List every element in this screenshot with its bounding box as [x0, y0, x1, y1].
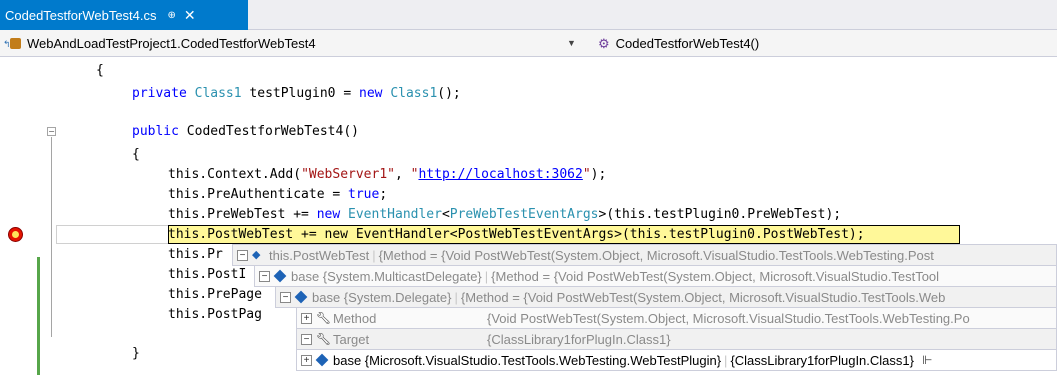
datatip-separator: | — [454, 289, 458, 305]
code-token: ); — [590, 167, 607, 182]
code-line: public CodedTestforWebTest4() — [132, 122, 359, 141]
document-tab[interactable]: CodedTestforWebTest4.cs ⊕ ✕ — [0, 0, 248, 30]
code-token: { — [132, 147, 140, 162]
keyword-token: true — [348, 187, 380, 202]
code-line: this.PostPag — [168, 305, 262, 324]
code-line: { — [96, 61, 104, 80]
code-token: { — [96, 63, 104, 78]
type-token: EventHandler — [348, 207, 442, 222]
datatip-value[interactable]: {ClassLibrary1forPlugIn.Class1} — [730, 353, 914, 368]
document-tab-title: CodedTestforWebTest4.cs — [5, 7, 157, 23]
code-token: this.PreWebTest += — [168, 207, 317, 222]
code-line: private Class1 testPlugin0 = new Class1(… — [132, 84, 461, 103]
collapse-icon[interactable]: − — [280, 291, 291, 303]
datatip-value[interactable]: {Method = {Void PostWebTest(System.Objec… — [379, 248, 934, 263]
outline-line — [51, 137, 52, 337]
code-line: this.PostI — [168, 265, 246, 284]
code-token: this.Pr — [168, 247, 223, 262]
method-icon: ⚙ — [598, 35, 610, 51]
datatip-row[interactable]: − 🔧︎ Target {ClassLibrary1forPlugIn.Clas… — [296, 328, 1057, 350]
navigation-bar: ↰ WebAndLoadTestProject1.CodedTestforWeb… — [0, 30, 1057, 57]
code-line: this.PrePage — [168, 285, 262, 304]
chevron-down-icon[interactable]: ▼ — [567, 38, 576, 48]
keyword-token: public — [132, 124, 179, 139]
string-token: "WebServer1" — [301, 167, 395, 182]
class-dropdown-value: WebAndLoadTestProject1.CodedTestforWebTe… — [27, 36, 316, 51]
datatip-value[interactable]: {Void PostWebTest(System.Object, Microso… — [487, 311, 970, 326]
type-token: Class1 — [194, 86, 242, 101]
code-token: } — [132, 346, 140, 361]
member-dropdown[interactable]: ⚙ CodedTestforWebTest4() — [590, 33, 1050, 54]
document-tab-strip: CodedTestforWebTest4.cs ⊕ ✕ — [0, 0, 1057, 30]
property-wrench-icon: 🔧︎ — [316, 311, 332, 325]
property-wrench-icon: 🔧︎ — [316, 332, 332, 346]
datatip-name: base {System.Delegate} — [312, 289, 452, 305]
string-token: " — [582, 167, 591, 182]
code-token: this.PrePage — [168, 287, 262, 302]
code-token: this.PreAuthenticate = — [168, 187, 349, 202]
outlining-margin — [40, 58, 58, 389]
code-token: CodedTestforWebTest4() — [178, 124, 359, 139]
datatip-value[interactable]: {Method = {Void PostWebTest(System.Objec… — [491, 269, 939, 284]
keyword-token: private — [132, 86, 187, 101]
breakpoint-icon[interactable] — [8, 227, 23, 242]
code-editor[interactable]: − { private Class1 testPlugin0 = new Cla… — [0, 58, 1057, 389]
close-tab-icon[interactable]: ✕ — [184, 7, 196, 24]
datatip-row[interactable]: − base {System.Delegate} | {Method = {Vo… — [275, 286, 1057, 308]
expand-icon[interactable]: + — [301, 312, 312, 324]
collapse-icon[interactable]: − — [259, 270, 270, 282]
code-token: this.PostI — [168, 267, 247, 282]
type-token: Class1 — [390, 86, 438, 101]
datatip-value[interactable]: {ClassLibrary1forPlugIn.Class1} — [487, 332, 671, 347]
code-token: , — [394, 167, 411, 182]
keyword-token: new — [359, 86, 383, 101]
code-token: this.Context.Add( — [168, 167, 302, 182]
code-token: < — [441, 207, 450, 222]
collapse-icon[interactable]: − — [47, 127, 56, 136]
datatip-name: this.PostWebTest — [269, 247, 370, 263]
code-token: this.PostPag — [168, 307, 262, 322]
datatip-value[interactable]: {Method = {Void PostWebTest(System.Objec… — [461, 290, 946, 305]
code-line: this.Context.Add("WebServer1", "http://l… — [168, 165, 606, 184]
datatip-name: Method — [333, 310, 377, 326]
code-line: this.Pr — [168, 245, 223, 264]
url-link[interactable]: http://localhost:3062 — [418, 167, 582, 182]
datatip-name: base {System.MulticastDelegate} — [291, 268, 482, 284]
code-line: { — [132, 145, 140, 164]
datatip-separator: | — [484, 268, 489, 284]
current-statement-line: this.PostWebTest += new EventHandler<Pos… — [168, 225, 865, 244]
field-icon — [294, 290, 308, 304]
class-icon: ↰ — [3, 37, 23, 51]
field-icon — [273, 269, 287, 283]
field-icon — [315, 353, 329, 367]
pin-tab-icon[interactable]: ⊕ — [168, 10, 176, 21]
keyword-token: new — [316, 207, 341, 222]
code-line: this.PreWebTest += new EventHandler<PreW… — [168, 205, 841, 224]
datatip-row[interactable]: − ◆ this.PostWebTest | {Method = {Void P… — [232, 244, 1057, 266]
code-token: >(this.testPlugin0.PreWebTest); — [598, 207, 842, 222]
code-line: } — [132, 344, 140, 363]
class-dropdown[interactable]: ↰ WebAndLoadTestProject1.CodedTestforWeb… — [0, 33, 583, 54]
datatip-separator: | — [372, 247, 376, 263]
code-token: (); — [437, 86, 461, 101]
expand-icon[interactable]: + — [301, 354, 312, 366]
datatip-row[interactable]: + 🔧︎ Method {Void PostWebTest(System.Obj… — [296, 307, 1057, 329]
member-dropdown-value: CodedTestforWebTest4() — [615, 36, 760, 51]
datatip-separator: | — [724, 352, 728, 368]
datatip-name: base {Microsoft.VisualStudio.TestTools.W… — [333, 352, 722, 368]
pin-datatip-icon[interactable]: ⊩ — [922, 353, 932, 367]
collapse-icon[interactable]: − — [301, 333, 312, 345]
datatip-name: Target — [333, 331, 370, 347]
collapse-icon[interactable]: − — [237, 249, 248, 261]
code-token: ; — [379, 187, 388, 202]
datatip-row[interactable]: − base {System.MulticastDelegate} | {Met… — [254, 265, 1057, 287]
field-lock-icon: ◆ — [252, 249, 261, 261]
code-token: this.PostWebTest += new EventHandler<Pos… — [168, 227, 865, 242]
datatip-row[interactable]: + base {Microsoft.VisualStudio.TestTools… — [296, 349, 1057, 371]
type-token: PreWebTestEventArgs — [449, 207, 599, 222]
code-token: testPlugin0 = — [241, 86, 359, 101]
code-line: this.PreAuthenticate = true; — [168, 185, 387, 204]
indicator-margin[interactable] — [0, 58, 40, 389]
